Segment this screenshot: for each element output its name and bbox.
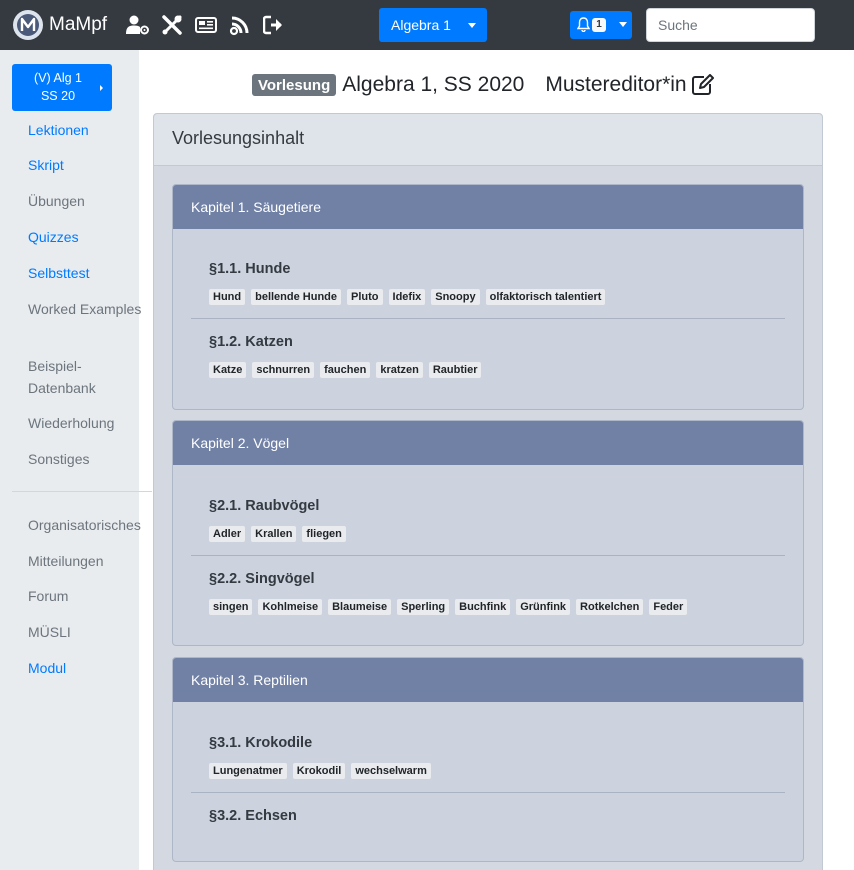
tag[interactable]: schnurren [252,362,315,378]
tag[interactable]: Kohlmeise [258,599,323,615]
tag[interactable]: Feder [649,599,688,615]
tag[interactable]: kratzen [376,362,423,378]
sidebar-item-forum: Forum [28,588,69,604]
lecture-dropdown-button[interactable]: Algebra 1 [379,8,487,42]
tag[interactable]: Pluto [347,289,383,305]
section-title[interactable]: §3.1. Krokodile [209,735,786,751]
sidebar-item-uebungen: Übungen [28,193,85,209]
top-navbar: MaMpf Algebra 1 1 [0,0,854,50]
sidebar-item-quizzes[interactable]: Quizzes [28,226,79,248]
scrollbar[interactable] [838,50,854,740]
tag[interactable]: wechselwarm [351,763,431,779]
chapter-title[interactable]: Kapitel 2. Vögel [173,421,803,465]
search-input[interactable] [646,8,815,42]
chevron-right-icon [100,85,103,91]
sidebar-item-mitteilungen: Mitteilungen [28,553,104,569]
chapter-card: Kapitel 2. Vögel §2.1. Raubvögel Adler K… [172,420,804,646]
sidebar-item-sonstiges: Sonstiges [28,451,90,467]
section: §1.1. Hunde Hund bellende Hunde Pluto Id… [209,261,786,305]
tag[interactable]: Adler [209,526,246,542]
lecture-dropdown-label: Algebra 1 [391,17,451,33]
tag[interactable]: Blaumeise [328,599,392,615]
lecture-title: Algebra 1, SS 2020 [342,73,525,96]
brand[interactable]: MaMpf [13,10,107,40]
section: §2.2. Singvögel singen Kohlmeise Blaumei… [209,571,786,615]
sidebar-item-worked-examples: Worked Examples [28,301,142,317]
chevron-down-icon [619,22,627,27]
sidebar-item-muesli: MÜSLI [28,624,71,640]
section: §3.1. Krokodile Lungenatmer Krokodil wec… [209,735,786,779]
sidebar: (V) Alg 1 SS 20 Lektionen Skript Übungen… [0,50,152,870]
notifications-button[interactable]: 1 [570,11,632,39]
section-divider [191,555,785,556]
chevron-down-icon [468,23,476,28]
sidebar-item-skript[interactable]: Skript [28,154,64,176]
edit-icon[interactable] [691,74,715,96]
mampf-logo-icon [13,10,43,40]
tag-list: singen Kohlmeise Blaumeise Sperling Buch… [209,599,786,615]
course-button-line2: SS 20 [40,89,76,103]
bell-icon [576,17,591,37]
section-title[interactable]: §3.2. Echsen [209,808,786,824]
tag[interactable]: fauchen [320,362,371,378]
section-title[interactable]: §2.2. Singvögel [209,571,786,587]
chapter-title[interactable]: Kapitel 1. Säugetiere [173,185,803,229]
chapter-card: Kapitel 3. Reptilien §3.1. Krokodile Lun… [172,657,804,862]
lecture-content-header: Vorlesungsinhalt [154,114,822,166]
section-divider [191,792,785,793]
notification-count-badge: 1 [592,18,606,32]
tag[interactable]: Snoopy [431,289,480,305]
tag[interactable]: Krallen [251,526,297,542]
tag-list: Adler Krallen fliegen [209,526,786,542]
section-title[interactable]: §1.1. Hunde [209,261,786,277]
tag[interactable]: Idefix [388,289,426,305]
section-title[interactable]: §1.2. Katzen [209,334,786,350]
tag[interactable]: singen [209,599,253,615]
course-button-line1: (V) Alg 1 [34,71,82,85]
tag[interactable]: Buchfink [455,599,511,615]
sidebar-item-organisatorisches: Organisatorisches [28,517,141,533]
tag[interactable]: Raubtier [428,362,482,378]
course-selector-button[interactable]: (V) Alg 1 SS 20 [12,64,112,111]
sidebar-divider [12,491,152,492]
section: §1.2. Katzen Katze schnurren fauchen kra… [209,334,786,378]
tag[interactable]: Hund [209,289,246,305]
sidebar-item-selbsttest[interactable]: Selbsttest [28,262,89,284]
tag[interactable]: bellende Hunde [251,289,342,305]
sidebar-item-modul[interactable]: Modul [28,657,66,679]
tag[interactable]: Sperling [397,599,450,615]
sidebar-item-beispiel-datenbank-line2: Datenbank [28,380,96,396]
tag-list: Lungenatmer Krokodil wechselwarm [209,763,786,779]
tools-icon[interactable] [159,12,185,38]
user-cog-icon[interactable] [125,12,151,38]
tag-list: Katze schnurren fauchen kratzen Raubtier [209,362,786,378]
blog-icon[interactable] [227,12,253,38]
chapter-card: Kapitel 1. Säugetiere §1.1. Hunde Hund b… [172,184,804,410]
page-title: Vorlesung Algebra 1, SS 2020 Musteredito… [252,73,715,97]
brand-name[interactable]: MaMpf [49,14,107,36]
section-title[interactable]: §2.1. Raubvögel [209,498,786,514]
tag[interactable]: Grünfink [516,599,571,615]
lecture-type-badge: Vorlesung [252,74,337,96]
logout-icon[interactable] [261,12,287,38]
section-divider [191,318,785,319]
tag[interactable]: olfaktorisch talentiert [485,289,606,305]
lecture-editor: Mustereditor*in [545,73,687,96]
sidebar-item-wiederholung: Wiederholung [28,415,115,431]
tag[interactable]: fliegen [302,526,346,542]
sidebar-item-beispiel-datenbank: Beispiel- [28,358,82,374]
tag[interactable]: Lungenatmer [209,763,287,779]
tag-list: Hund bellende Hunde Pluto Idefix Snoopy … [209,289,786,305]
section: §2.1. Raubvögel Adler Krallen fliegen [209,498,786,542]
tag[interactable]: Katze [209,362,247,378]
tag[interactable]: Rotkelchen [576,599,644,615]
section: §3.2. Echsen [209,808,786,824]
tag[interactable]: Krokodil [292,763,346,779]
sidebar-item-lektionen[interactable]: Lektionen [28,119,89,141]
newspaper-icon[interactable] [193,12,219,38]
chapter-title[interactable]: Kapitel 3. Reptilien [173,658,803,702]
